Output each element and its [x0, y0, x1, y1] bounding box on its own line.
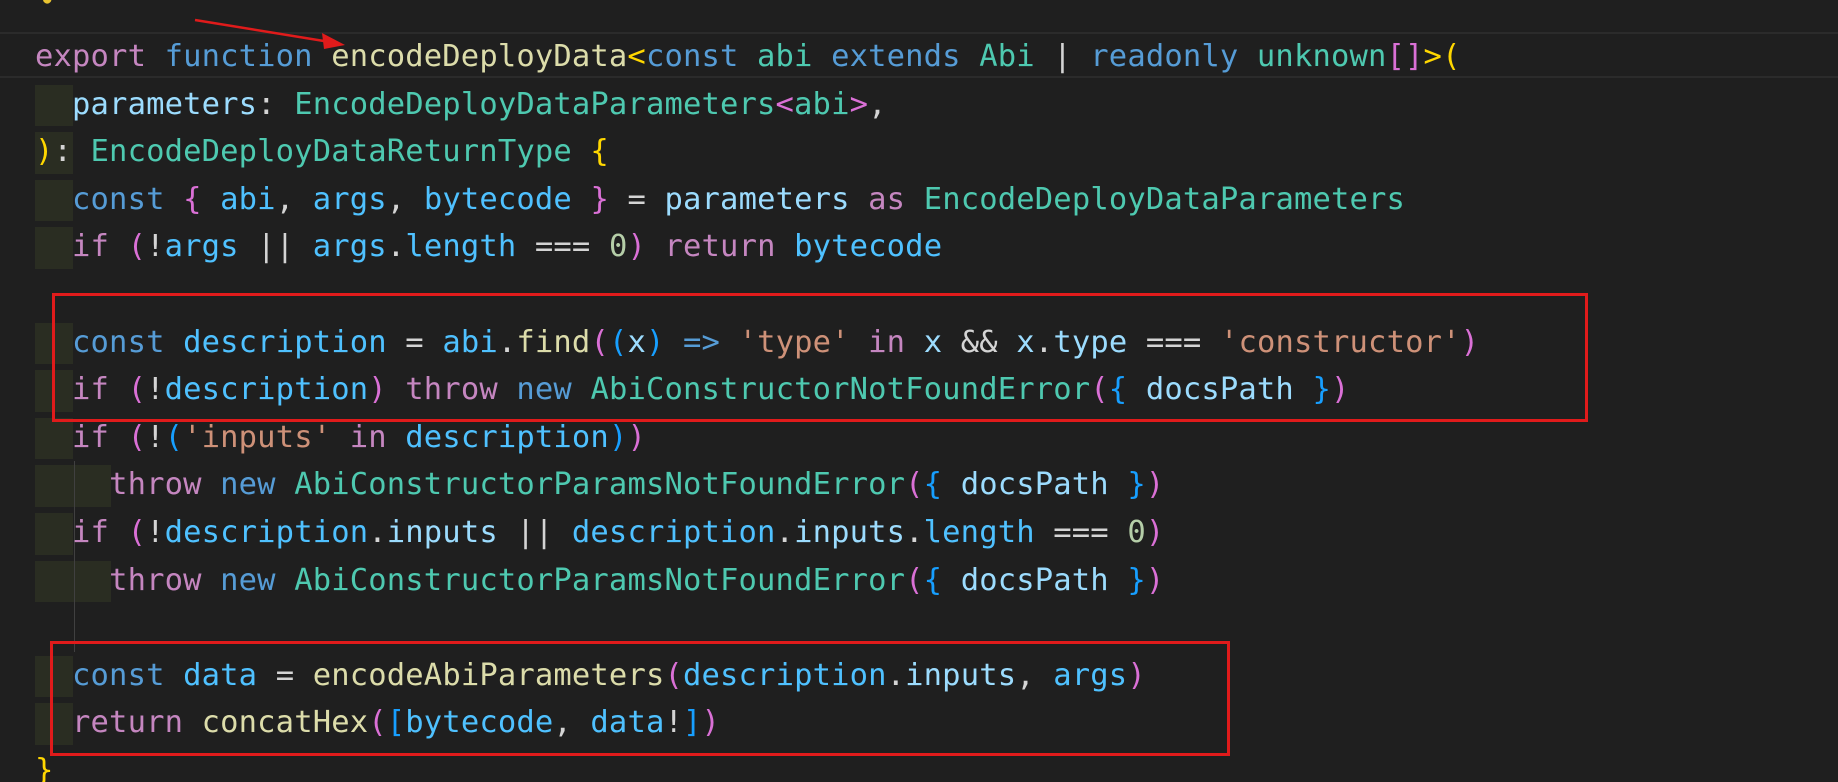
annotation-arrow — [194, 18, 345, 49]
code-editor[interactable]: ● export function encodeDeployData<const… — [0, 0, 1838, 782]
